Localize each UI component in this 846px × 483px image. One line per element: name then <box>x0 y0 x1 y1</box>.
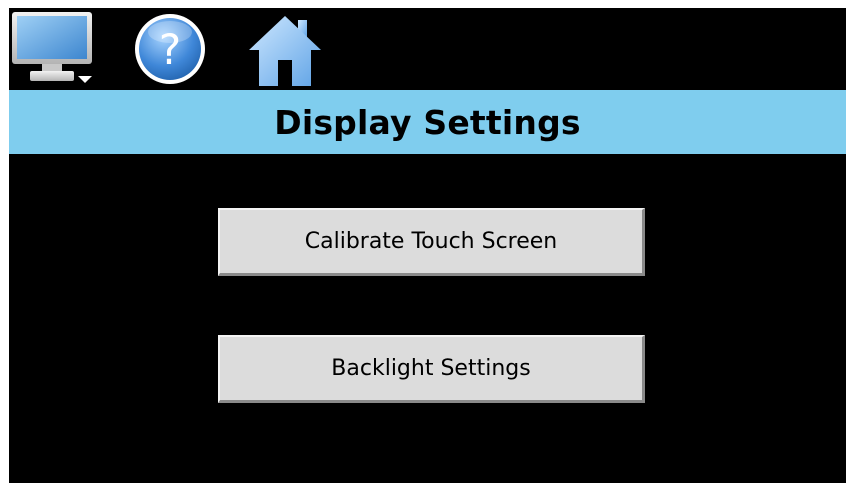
dropdown-arrow-icon <box>78 76 92 83</box>
page-title: Display Settings <box>274 102 581 142</box>
monitor-icon <box>12 12 92 83</box>
help-question-icon: ? <box>135 14 205 84</box>
toolbar: ? <box>9 8 846 88</box>
monitor-dropdown-button[interactable] <box>10 10 96 86</box>
display-settings-screen: ? Display Settings Calibrate Touch Scree… <box>9 8 846 483</box>
svg-text:?: ? <box>159 25 181 74</box>
calibrate-touch-screen-label: Calibrate Touch Screen <box>304 229 558 254</box>
backlight-settings-label: Backlight Settings <box>331 356 531 381</box>
home-button[interactable] <box>245 10 325 88</box>
backlight-settings-button[interactable]: Backlight Settings <box>218 335 645 403</box>
title-bar: Display Settings <box>9 90 846 154</box>
help-button[interactable]: ? <box>130 10 210 88</box>
home-icon <box>249 16 321 86</box>
calibrate-touch-screen-button[interactable]: Calibrate Touch Screen <box>218 208 645 276</box>
